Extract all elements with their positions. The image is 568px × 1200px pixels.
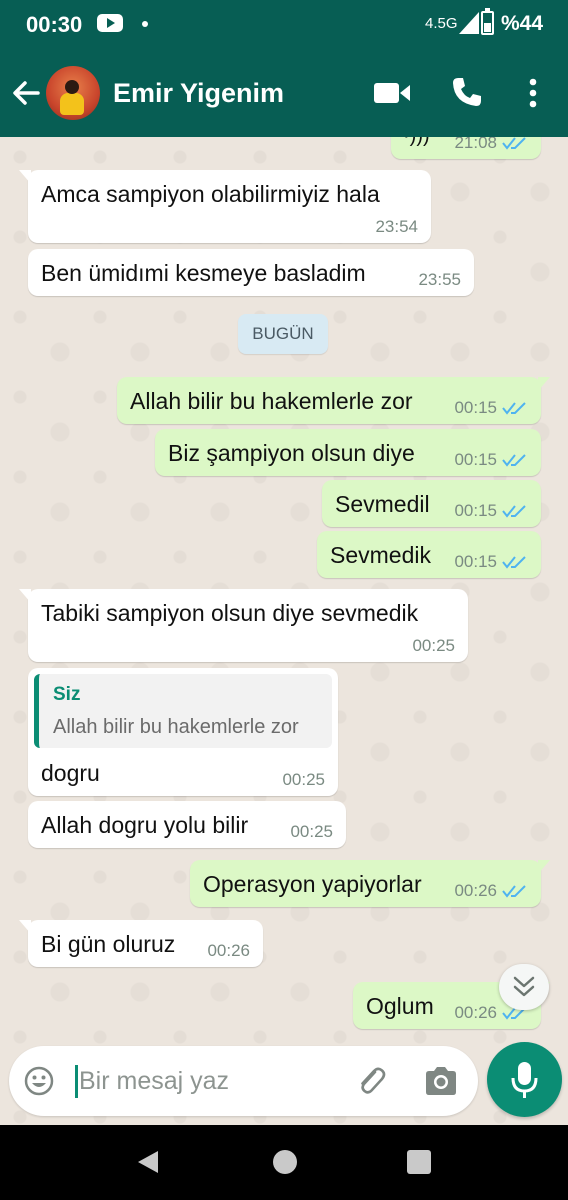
camera-icon[interactable]	[423, 1065, 459, 1097]
back-arrow-icon[interactable]	[8, 75, 44, 111]
incoming-message[interactable]: Tabiki sampiyon olsun diye sevmedik 00:2…	[19, 589, 468, 662]
scroll-to-bottom-button[interactable]	[499, 964, 549, 1010]
mic-button[interactable]	[487, 1042, 562, 1117]
more-vert-icon[interactable]	[521, 76, 545, 110]
incoming-message[interactable]: Ben ümidımi kesmeye basladim 23:55	[28, 249, 474, 296]
phone-icon[interactable]	[450, 75, 484, 109]
read-ticks-icon	[502, 885, 526, 898]
outgoing-message[interactable]: Operasyon yapiyorlar 00:26	[190, 860, 550, 907]
battery-icon	[481, 8, 494, 35]
youtube-notification-icon	[97, 14, 123, 32]
read-ticks-icon	[502, 505, 526, 518]
chat-area[interactable]: ·))) 21:08 Amca sampiyon olabilirmiyiz h…	[0, 137, 568, 1125]
emoji-icon[interactable]	[23, 1065, 55, 1097]
read-ticks-icon	[502, 454, 526, 467]
incoming-message[interactable]: Allah dogru yolu bilir 00:25	[28, 801, 346, 848]
nav-recents-icon[interactable]	[407, 1150, 431, 1174]
nav-back-icon[interactable]	[136, 1149, 160, 1175]
message-input[interactable]	[79, 1060, 349, 1102]
outgoing-message[interactable]: Sevmedil 00:15	[322, 480, 541, 527]
signal-icon	[459, 12, 479, 34]
contact-name[interactable]: Emir Yigenim	[113, 78, 284, 109]
microphone-icon	[511, 1062, 538, 1098]
quoted-message[interactable]: Siz Allah bilir bu hakemlerle zor	[34, 674, 332, 748]
incoming-message[interactable]: Amca sampiyon olabilirmiyiz hala 23:54	[19, 170, 431, 243]
double-chevron-down-icon	[513, 976, 535, 997]
status-bar: 00:30 4.5G %44	[0, 0, 568, 50]
avatar[interactable]	[46, 66, 100, 120]
outgoing-message[interactable]: ·))) 21:08	[391, 137, 541, 159]
nav-home-icon[interactable]	[273, 1150, 297, 1174]
battery-percent: %44	[501, 12, 544, 35]
quote-author: Siz	[53, 684, 81, 705]
outgoing-message[interactable]: Biz şampiyon olsun diye 00:15	[155, 429, 541, 476]
reply-message[interactable]: Siz Allah bilir bu hakemlerle zor dogru …	[28, 668, 338, 796]
video-call-icon[interactable]	[372, 78, 412, 108]
outgoing-message[interactable]: Sevmedik 00:15	[317, 531, 541, 578]
read-ticks-icon	[502, 137, 526, 150]
read-ticks-icon	[502, 402, 526, 415]
notification-dot-icon	[142, 21, 148, 27]
outgoing-message[interactable]: Allah bilir bu hakemlerle zor 00:15	[117, 377, 550, 424]
chat-header: Emir Yigenim	[0, 50, 568, 137]
paperclip-icon[interactable]	[353, 1063, 389, 1099]
status-time: 00:30	[26, 12, 83, 37]
incoming-message[interactable]: Bi gün oluruz 00:26	[19, 920, 263, 967]
date-chip: BUGÜN	[238, 314, 328, 354]
network-type: 4.5G	[425, 15, 458, 32]
system-nav-bar	[0, 1125, 568, 1200]
compose-bar	[9, 1046, 478, 1116]
quote-text: Allah bilir bu hakemlerle zor	[53, 716, 299, 738]
read-ticks-icon	[502, 556, 526, 569]
text-cursor	[75, 1065, 78, 1098]
